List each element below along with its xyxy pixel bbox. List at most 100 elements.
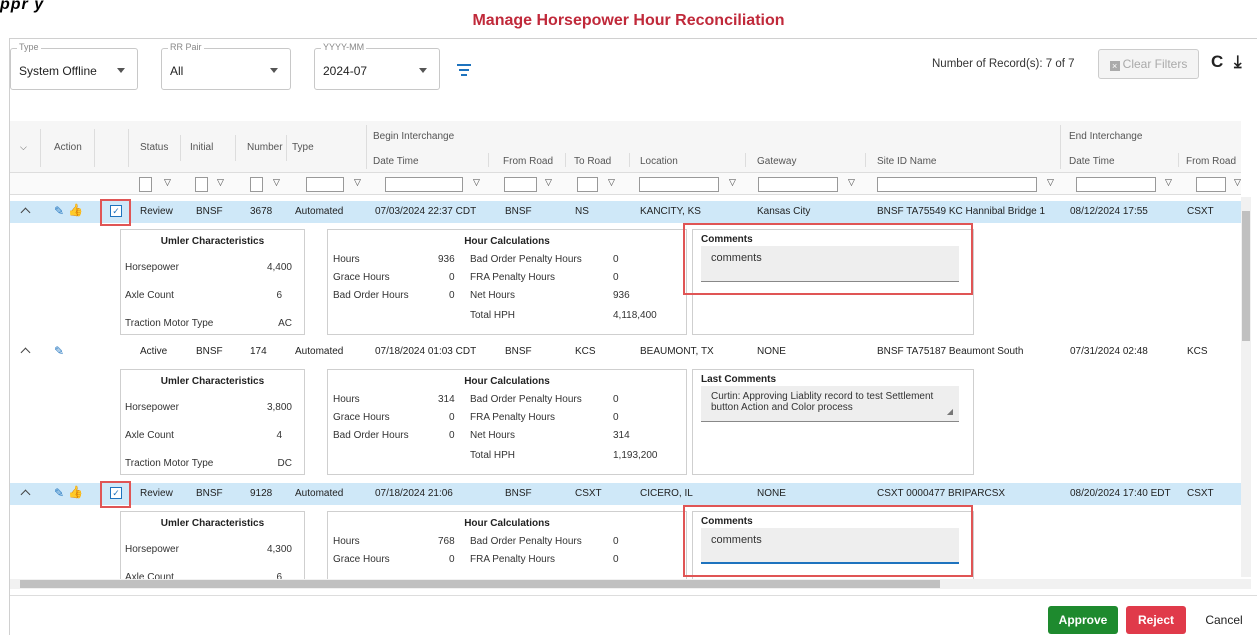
initial-filter-checkbox[interactable] — [195, 177, 208, 192]
horizontal-scrollbar[interactable] — [10, 579, 1251, 589]
col-type[interactable]: Type — [292, 142, 314, 153]
filter-icon[interactable] — [457, 64, 471, 79]
filter-funnel-icon[interactable]: ▽ — [545, 177, 552, 188]
row-initial: BNSF — [196, 206, 223, 217]
rr-pair-select[interactable]: RR Pair All — [161, 42, 291, 90]
col-begin-date[interactable]: Date Time — [373, 156, 419, 167]
approve-button[interactable]: Approve — [1048, 606, 1118, 634]
bad-order-value: 0 — [449, 430, 455, 441]
thumbs-up-icon[interactable]: 👍 — [68, 485, 83, 499]
net-hours-label: Net Hours — [470, 430, 516, 441]
month-select[interactable]: YYYY-MM 2024-07 — [314, 42, 440, 90]
umler-title: Umler Characteristics — [160, 236, 265, 247]
hours-value: 768 — [438, 536, 455, 547]
collapse-icon[interactable] — [20, 347, 31, 358]
bad-order-label: Bad Order Hours — [333, 290, 409, 301]
edit-icon[interactable]: ✎ — [54, 486, 64, 500]
filter-funnel-icon[interactable]: ▽ — [608, 177, 615, 188]
collapse-icon[interactable] — [20, 207, 31, 218]
filter-funnel-icon[interactable]: ▽ — [273, 177, 280, 188]
hours-label: Hours — [333, 394, 360, 405]
col-status[interactable]: Status — [140, 142, 168, 153]
scroll-icon[interactable]: ◢ — [947, 406, 953, 417]
col-location[interactable]: Location — [640, 156, 678, 167]
col-end-date[interactable]: Date Time — [1069, 156, 1115, 167]
row-number: 9128 — [250, 488, 273, 499]
col-from-road[interactable]: From Road — [503, 156, 553, 167]
col-gateway[interactable]: Gateway — [757, 156, 796, 167]
col-site-id[interactable]: Site ID Name — [877, 156, 936, 167]
hour-panel: Hour Calculations Hours 768 Grace Hours … — [327, 511, 687, 579]
filter-funnel-icon[interactable]: ▽ — [1047, 177, 1054, 188]
row-to-road: NS — [575, 206, 589, 217]
horsepower-value: 4,300 — [266, 544, 292, 555]
filter-funnel-icon[interactable]: ▽ — [164, 177, 171, 188]
col-end-from-road[interactable]: From Road — [1186, 156, 1236, 167]
end-from-road-filter[interactable] — [1196, 177, 1226, 192]
col-initial[interactable]: Initial — [190, 142, 213, 153]
filter-funnel-icon[interactable]: ▽ — [729, 177, 736, 188]
to-road-filter[interactable] — [577, 177, 598, 192]
type-select[interactable]: Type System Offline — [10, 42, 138, 90]
last-comments-content: Curtin: Approving Liablity record to tes… — [711, 391, 934, 413]
row-gateway: Kansas City — [757, 206, 811, 217]
col-action: Action — [54, 142, 82, 153]
horsepower-value: 4,400 — [266, 262, 292, 273]
fra-penalty-label: FRA Penalty Hours — [470, 272, 556, 283]
col-number[interactable]: Number — [247, 142, 283, 153]
row-status: Active — [140, 346, 168, 357]
grace-label: Grace Hours — [333, 412, 390, 423]
row-end-from-road: KCS — [1187, 346, 1208, 357]
expand-all-icon[interactable]: ⌵ — [20, 142, 27, 153]
gateway-filter[interactable] — [758, 177, 838, 192]
location-filter[interactable] — [639, 177, 719, 192]
filter-funnel-icon[interactable]: ▽ — [354, 177, 361, 188]
number-filter-checkbox[interactable] — [250, 177, 263, 192]
edit-icon[interactable]: ✎ — [54, 204, 64, 218]
row-end-from-road: CSXT — [1187, 206, 1214, 217]
traction-value: DC — [277, 458, 292, 469]
download-icon[interactable]: ⤓ — [1234, 52, 1242, 72]
last-comments-text: Curtin: Approving Liablity record to tes… — [701, 386, 959, 422]
fra-penalty-value: 0 — [613, 272, 619, 283]
row-end-date: 08/12/2024 17:55 — [1070, 206, 1148, 217]
thumbs-up-icon[interactable]: 👍 — [68, 203, 83, 217]
vertical-scrollbar[interactable] — [1241, 197, 1251, 577]
filter-funnel-icon[interactable]: ▽ — [1234, 177, 1241, 188]
end-date-filter[interactable] — [1076, 177, 1156, 192]
total-hph-label: Total HPH — [470, 450, 516, 461]
comments-panel: Last Comments Curtin: Approving Liablity… — [692, 369, 974, 475]
from-road-filter[interactable] — [504, 177, 537, 192]
col-to-road[interactable]: To Road — [574, 156, 611, 167]
filter-funnel-icon[interactable]: ▽ — [848, 177, 855, 188]
filter-funnel-icon[interactable]: ▽ — [473, 177, 480, 188]
row-gateway: NONE — [757, 346, 786, 357]
site-filter[interactable] — [877, 177, 1037, 192]
collapse-icon[interactable] — [20, 489, 31, 500]
table-row[interactable]: ✎ Active BNSF 174 Automated 07/18/2024 0… — [10, 341, 1241, 363]
filter-funnel-icon[interactable]: ▽ — [1165, 177, 1172, 188]
filter-funnel-icon[interactable]: ▽ — [217, 177, 224, 188]
edit-icon[interactable]: ✎ — [54, 344, 64, 358]
clear-filters-button[interactable]: × Clear Filters — [1098, 49, 1199, 79]
hour-panel: Hour Calculations Hours 936 Grace Hours … — [327, 229, 687, 335]
begin-date-filter[interactable] — [385, 177, 463, 192]
table-row[interactable]: ✎ 👍 ✓ Review BNSF 3678 Automated 07/03/2… — [10, 201, 1241, 223]
page-title: Manage Horsepower Hour Reconciliation — [472, 12, 785, 29]
filter-row: ▽ ▽ ▽ ▽ ▽ ▽ ▽ ▽ ▽ ▽ ▽ ▽ — [10, 173, 1241, 195]
cancel-button[interactable]: Cancel — [1196, 606, 1252, 634]
reject-button[interactable]: Reject — [1126, 606, 1186, 634]
status-filter-checkbox[interactable] — [139, 177, 152, 192]
rr-pair-legend: RR Pair — [168, 42, 204, 52]
refresh-icon[interactable]: C — [1211, 52, 1223, 72]
horsepower-value: 3,800 — [266, 402, 292, 413]
table-row[interactable]: ✎ 👍 ✓ Review BNSF 9128 Automated 07/18/2… — [10, 483, 1241, 505]
type-filter-input[interactable] — [306, 177, 344, 192]
horizontal-scroll-thumb[interactable] — [20, 580, 940, 588]
fra-penalty-value: 0 — [613, 554, 619, 565]
grace-label: Grace Hours — [333, 554, 390, 565]
footer-divider — [10, 595, 1257, 596]
month-legend: YYYY-MM — [321, 42, 367, 52]
row-end-from-road: CSXT — [1187, 488, 1214, 499]
vertical-scroll-thumb[interactable] — [1242, 211, 1250, 341]
